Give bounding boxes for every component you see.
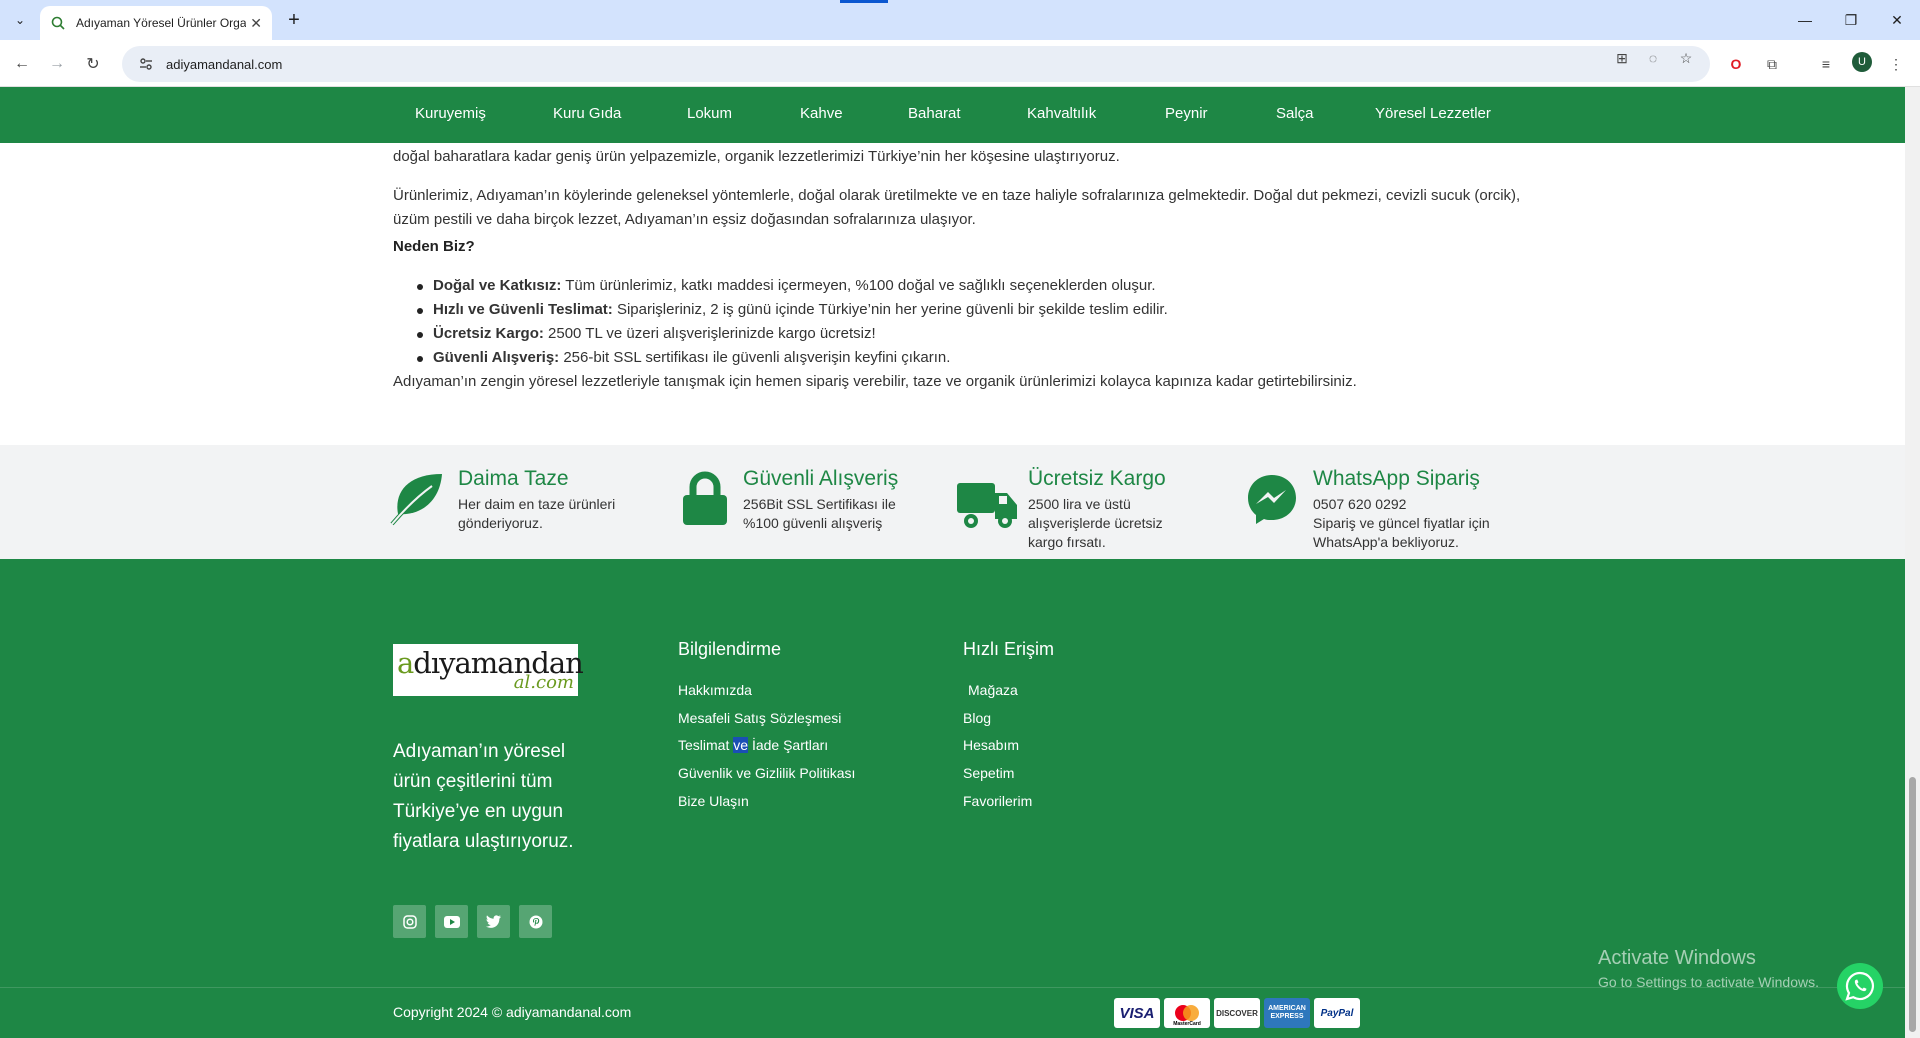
list-item: Güvenli Alışveriş: 256-bit SSL sertifika… bbox=[417, 346, 1168, 370]
list-item: Doğal ve Katkısız: Tüm ürünlerimiz, katk… bbox=[417, 274, 1168, 298]
footer-tagline: Adıyaman’ın yöresel ürün çeşitlerini tüm… bbox=[393, 741, 574, 852]
nav-kahve[interactable]: Kahve bbox=[800, 105, 843, 122]
browser-toolbar: ← → ↻ adiyamandanal.com ⊞ ◌ ☆ O ⧉ ≡ U ⋮ bbox=[0, 40, 1920, 87]
why-us-heading: Neden Biz? bbox=[393, 238, 475, 255]
scrollbar-thumb[interactable] bbox=[1909, 777, 1916, 1032]
link-hesabim[interactable]: Hesabım bbox=[963, 737, 1019, 753]
quick-access-heading: Hızlı Erişim bbox=[963, 639, 1054, 659]
lock-icon bbox=[683, 471, 727, 525]
instagram-icon[interactable] bbox=[393, 905, 426, 938]
list-item: Ücretsiz Kargo: 2500 TL ve üzeri alışver… bbox=[417, 322, 1168, 346]
whatsapp-icon bbox=[1845, 971, 1874, 1001]
profile-avatar[interactable]: U bbox=[1852, 52, 1872, 72]
truck-icon bbox=[957, 483, 1017, 528]
link-hakkimizda[interactable]: Hakkımızda bbox=[678, 682, 752, 698]
feature-desc: Sipariş ve güncel fiyatlar için WhatsApp… bbox=[1313, 515, 1490, 550]
article-closing: Adıyaman’ın zengin yöresel lezzetleriyle… bbox=[393, 373, 1357, 390]
feature-phone: 0507 620 0292 bbox=[1313, 496, 1407, 512]
site-info-icon[interactable] bbox=[136, 54, 156, 74]
menu-kebab-icon[interactable]: ⋮ bbox=[1884, 52, 1908, 76]
feature-desc: Her daim en taze ürünleri gönderiyoruz. bbox=[458, 496, 616, 531]
article-paragraph: Ürünlerimiz, Adıyaman’ın köylerinde gele… bbox=[393, 187, 1521, 228]
tab-strip: ⌄ Adıyaman Yöresel Ürünler Organik ✕ + —… bbox=[0, 0, 1920, 40]
reload-button[interactable]: ↻ bbox=[79, 50, 107, 78]
link-teslimat-iade[interactable]: Teslimat ve İade Şartları bbox=[678, 737, 828, 753]
page-viewport: Kuruyemiş Kuru Gıda Lokum Kahve Baharat … bbox=[0, 87, 1905, 1038]
link-bize-ulasin[interactable]: Bize Ulaşın bbox=[678, 793, 749, 809]
discover-logo: DISCOVER bbox=[1214, 998, 1260, 1028]
link-favorilerim[interactable]: Favorilerim bbox=[963, 793, 1032, 809]
nav-baharat[interactable]: Baharat bbox=[908, 105, 961, 122]
active-tab[interactable]: Adıyaman Yöresel Ürünler Organik ✕ bbox=[40, 6, 272, 40]
nav-yoresel-lezzetler[interactable]: Yöresel Lezzetler bbox=[1375, 105, 1491, 122]
minimize-button[interactable]: — bbox=[1782, 0, 1828, 40]
nav-lokum[interactable]: Lokum bbox=[687, 105, 732, 122]
close-tab-icon[interactable]: ✕ bbox=[250, 15, 262, 32]
translate-icon[interactable]: ⊞ bbox=[1612, 48, 1632, 68]
restore-button[interactable]: ❐ bbox=[1828, 0, 1874, 40]
why-us-list: Doğal ve Katkısız: Tüm ürünlerimiz, katk… bbox=[417, 274, 1168, 370]
nav-kuruyemis[interactable]: Kuruyemiş bbox=[415, 105, 486, 122]
tab-loading-indicator bbox=[840, 0, 888, 3]
visa-logo: VISA bbox=[1114, 998, 1160, 1028]
site-favicon-icon bbox=[51, 16, 65, 30]
paypal-logo: PayPal bbox=[1314, 998, 1360, 1028]
tab-search-button[interactable]: ⌄ bbox=[8, 8, 32, 32]
link-sepetim[interactable]: Sepetim bbox=[963, 765, 1014, 781]
site-logo[interactable]: adıyamandan al.com bbox=[393, 644, 584, 696]
pinterest-icon[interactable] bbox=[519, 905, 552, 938]
features-strip: Daima Taze Her daim en taze ürünleri gön… bbox=[0, 445, 1905, 559]
link-gizlilik[interactable]: Güvenlik ve Gizlilik Politikası bbox=[678, 765, 855, 781]
category-nav: Kuruyemiş Kuru Gıda Lokum Kahve Baharat … bbox=[0, 87, 1905, 143]
copyright-text: Copyright 2024 © adiyamandanal.com bbox=[393, 1004, 632, 1020]
address-bar[interactable]: adiyamandanal.com bbox=[122, 46, 1710, 82]
leaf-icon bbox=[390, 474, 442, 526]
whatsapp-chat-button[interactable] bbox=[1837, 963, 1883, 1009]
tab-title: Adıyaman Yöresel Ürünler Organik bbox=[76, 16, 246, 30]
feature-title: Ücretsiz Kargo bbox=[1028, 467, 1166, 490]
feature-desc: 256Bit SSL Sertifikası ile %100 güvenli … bbox=[743, 496, 896, 531]
link-magaza[interactable]: Mağaza bbox=[968, 682, 1018, 698]
feature-title: Daima Taze bbox=[458, 467, 569, 490]
nav-peynir[interactable]: Peynir bbox=[1165, 105, 1208, 122]
activate-windows-watermark: Activate Windows Go to Settings to activ… bbox=[1598, 947, 1819, 990]
info-heading: Bilgilendirme bbox=[678, 639, 782, 659]
article-paragraph: doğal baharatlara kadar geniş ürün yelpa… bbox=[393, 148, 1120, 165]
link-blog[interactable]: Blog bbox=[963, 710, 991, 726]
extensions-icon[interactable]: ⧉ bbox=[1760, 52, 1784, 76]
new-tab-button[interactable]: + bbox=[282, 8, 306, 32]
back-button[interactable]: ← bbox=[8, 50, 36, 78]
feature-desc: 2500 lira ve üstü alışverişlerde ücretsi… bbox=[1028, 496, 1163, 550]
page-scrollbar[interactable] bbox=[1905, 87, 1920, 1038]
opera-icon[interactable]: O bbox=[1724, 52, 1748, 76]
feature-title: Güvenli Alışveriş bbox=[743, 467, 899, 490]
url-text: adiyamandanal.com bbox=[166, 56, 283, 72]
feature-title: WhatsApp Sipariş bbox=[1313, 467, 1480, 490]
nav-salca[interactable]: Salça bbox=[1276, 105, 1314, 122]
close-window-button[interactable]: ✕ bbox=[1874, 0, 1920, 40]
amex-logo: AMERICAN EXPRESS bbox=[1264, 998, 1310, 1028]
reading-list-icon[interactable]: ≡ bbox=[1814, 52, 1838, 76]
eye-off-icon[interactable]: ◌ bbox=[1643, 48, 1663, 68]
mastercard-logo: MasterCard bbox=[1164, 998, 1210, 1028]
youtube-icon[interactable] bbox=[435, 905, 468, 938]
list-item: Hızlı ve Güvenli Teslimat: Siparişlerini… bbox=[417, 298, 1168, 322]
twitter-icon[interactable] bbox=[477, 905, 510, 938]
bookmark-star-icon[interactable]: ☆ bbox=[1676, 48, 1696, 68]
nav-kuru-gida[interactable]: Kuru Gıda bbox=[553, 105, 621, 122]
forward-button[interactable]: → bbox=[43, 50, 71, 78]
nav-kahvaltilik[interactable]: Kahvaltılık bbox=[1027, 105, 1096, 122]
messenger-icon bbox=[1248, 475, 1296, 524]
link-mesafeli-satis[interactable]: Mesafeli Satış Sözleşmesi bbox=[678, 710, 841, 726]
